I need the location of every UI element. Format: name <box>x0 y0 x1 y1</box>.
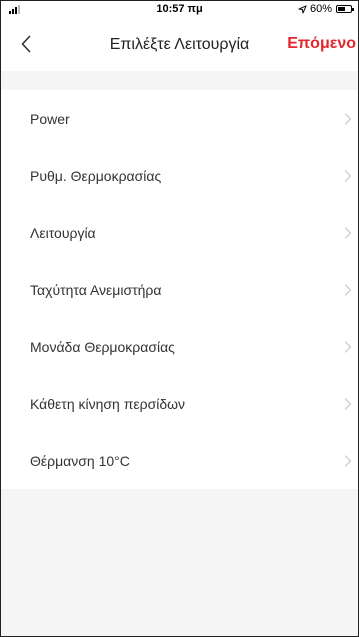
function-list-item[interactable]: Μονάδα Θερμοκρασίας <box>1 318 358 375</box>
function-label: Μονάδα Θερμοκρασίας <box>30 338 175 355</box>
battery-percent: 60% <box>309 3 332 15</box>
chevron-right-icon <box>344 169 352 182</box>
battery-icon <box>336 5 354 13</box>
function-label: Θέρμανση 10°C <box>30 452 130 469</box>
status-bar: 10:57 πμ 60% <box>1 1 358 19</box>
function-label: Λειτουργία <box>30 224 96 241</box>
function-list-item[interactable]: Power <box>1 90 358 147</box>
function-label: Ρυθμ. Θερμοκρασίας <box>30 167 162 184</box>
function-list-item[interactable]: Κάθετη κίνηση περσίδων <box>1 375 358 432</box>
chevron-right-icon <box>344 226 352 239</box>
phone-screen: 10:57 πμ 60% Επιλέξτε Λειτουργία Επόμενο… <box>0 0 359 637</box>
function-list-item[interactable]: Λειτουργία <box>1 204 358 261</box>
nav-bar: Επιλέξτε Λειτουργία Επόμενο <box>1 19 358 71</box>
battery-fill <box>338 7 345 11</box>
status-right: 60% <box>298 3 354 15</box>
function-list-item[interactable]: Θέρμανση 10°C <box>1 432 358 489</box>
function-list-item[interactable]: Ταχύτητα Ανεμιστήρα <box>1 261 358 318</box>
chevron-right-icon <box>344 340 352 353</box>
function-list: Power Ρυθμ. Θερμοκρασίας Λειτουργία Ταχύτητ… <box>1 90 358 489</box>
location-arrow-icon <box>298 4 307 14</box>
chevron-right-icon <box>344 397 352 410</box>
function-list-item[interactable]: Ρυθμ. Θερμοκρασίας <box>1 147 358 204</box>
chevron-right-icon <box>344 283 352 296</box>
function-label: Ταχύτητα Ανεμιστήρα <box>30 281 162 298</box>
chevron-right-icon <box>344 112 352 125</box>
function-label: Κάθετη κίνηση περσίδων <box>30 395 186 412</box>
function-label: Power <box>30 110 70 127</box>
next-button[interactable]: Επόμενο <box>287 35 356 53</box>
chevron-right-icon <box>344 454 352 467</box>
